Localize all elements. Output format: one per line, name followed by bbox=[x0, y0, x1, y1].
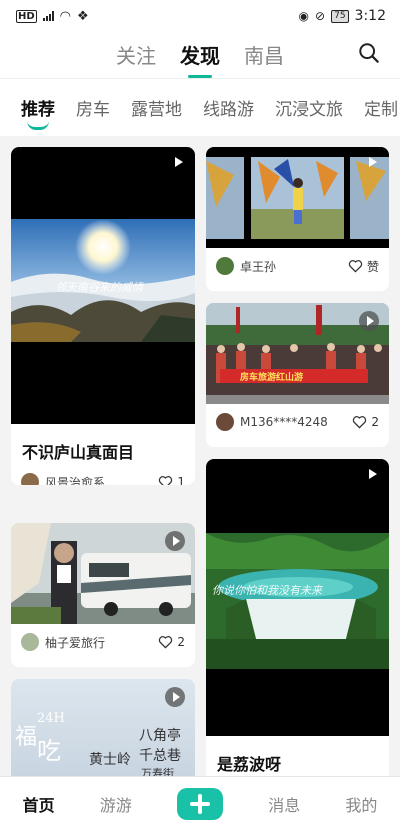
eye-icon: ◉ bbox=[298, 9, 310, 23]
video-thumbnail: 房车旅游红山游 bbox=[206, 303, 389, 404]
username[interactable]: 柚子爱旅行 bbox=[45, 634, 158, 651]
nav-home[interactable]: 首页 bbox=[23, 792, 55, 816]
category-rv[interactable]: 房车 bbox=[76, 95, 110, 120]
thumbnail-text: 黄士岭 bbox=[89, 752, 131, 768]
hd-icon: HD bbox=[16, 9, 37, 23]
play-icon bbox=[165, 531, 185, 551]
username[interactable]: 卓王孙 bbox=[240, 258, 348, 275]
group-banner-text: 房车旅游红山游 bbox=[240, 373, 304, 383]
feed-card[interactable]: 卓王孙 赞 bbox=[206, 147, 389, 291]
search-icon[interactable] bbox=[358, 42, 380, 64]
create-post-button[interactable] bbox=[177, 788, 223, 820]
tab-nanchang[interactable]: 南昌 bbox=[244, 40, 284, 69]
card-title: 不识庐山真面目 bbox=[22, 443, 135, 462]
card-meta: 柚子爱旅行 2 bbox=[21, 633, 185, 651]
heart-icon bbox=[159, 636, 173, 649]
like-button[interactable]: 赞 bbox=[348, 258, 379, 275]
feed-card[interactable]: 房车旅游红山游 M136****4248 2 bbox=[206, 303, 389, 447]
nav-profile[interactable]: 我的 bbox=[345, 792, 377, 816]
thumbnail-text: 八角亭 bbox=[139, 728, 181, 744]
video-caption-overlay: 邻天南谷来的威情 bbox=[55, 281, 143, 294]
top-header: 关注 发现 南昌 bbox=[0, 32, 400, 78]
avatar[interactable] bbox=[216, 413, 234, 431]
like-count: 2 bbox=[177, 635, 185, 649]
tab-follow[interactable]: 关注 bbox=[116, 40, 156, 69]
status-bar: HD ◠ ❖ ◉ ⊘ 75 3:12 bbox=[0, 0, 400, 32]
video-thumbnail: 24H 吃 福 黄士岭 八角亭 千总巷 万寿街 bbox=[11, 679, 195, 776]
heart-icon bbox=[353, 416, 367, 429]
video-caption-overlay: 你说你怕和我没有未来 bbox=[212, 584, 322, 597]
thumbnail-text: 万寿街 bbox=[141, 767, 174, 776]
category-tabs: 推荐 房车 露营地 线路游 沉浸文旅 定制 bbox=[0, 78, 400, 136]
video-thumbnail: 你说你怕和我没有未来 bbox=[206, 459, 389, 736]
card-meta: 风景治愈系 1 bbox=[21, 473, 185, 485]
feed-card[interactable]: 柚子爱旅行 2 bbox=[11, 523, 195, 667]
signal-icon bbox=[42, 11, 54, 21]
tab-discover[interactable]: 发现 bbox=[180, 40, 220, 78]
username[interactable]: 风景治愈系 bbox=[45, 474, 158, 486]
like-count: 1 bbox=[177, 475, 185, 485]
feed: 邻天南谷来的威情 不识庐山真面目 风景治愈系 1 柚子爱旅行 2 24H 吃 福… bbox=[0, 136, 400, 776]
battery-icon: 75 bbox=[331, 9, 349, 23]
category-route-tour[interactable]: 线路游 bbox=[203, 95, 254, 120]
clock: 3:12 bbox=[354, 8, 386, 24]
avatar[interactable] bbox=[21, 473, 39, 485]
category-recommend[interactable]: 推荐 bbox=[21, 95, 55, 130]
kites-photo-image bbox=[206, 157, 389, 239]
like-button[interactable]: 2 bbox=[158, 635, 185, 649]
like-count: 2 bbox=[371, 415, 379, 429]
feed-card[interactable]: 邻天南谷来的威情 不识庐山真面目 风景治愈系 1 bbox=[11, 147, 195, 485]
heart-icon bbox=[159, 476, 173, 485]
video-thumbnail bbox=[206, 147, 389, 248]
video-thumbnail: 邻天南谷来的威情 bbox=[11, 147, 195, 424]
nav-tour[interactable]: 游游 bbox=[100, 792, 132, 816]
video-thumbnail bbox=[11, 523, 195, 624]
username[interactable]: M136****4248 bbox=[240, 415, 352, 429]
play-icon bbox=[165, 687, 185, 707]
category-campsite[interactable]: 露营地 bbox=[131, 95, 182, 120]
play-icon bbox=[369, 469, 377, 479]
feed-card[interactable]: 24H 吃 福 黄士岭 八角亭 千总巷 万寿街 bbox=[11, 679, 195, 776]
play-icon bbox=[369, 157, 377, 167]
bottom-nav: 首页 游游 消息 我的 bbox=[0, 776, 400, 831]
category-immersive-culture[interactable]: 沉浸文旅 bbox=[275, 95, 343, 120]
like-count: 赞 bbox=[366, 259, 379, 274]
nav-messages[interactable]: 消息 bbox=[268, 792, 300, 816]
card-meta: M136****4248 2 bbox=[216, 413, 379, 431]
wifi-icon: ◠ bbox=[59, 8, 72, 24]
app-notification-icon: ❖ bbox=[77, 8, 89, 24]
mute-icon: ⊘ bbox=[315, 9, 326, 23]
card-meta: 卓王孙 赞 bbox=[216, 257, 379, 275]
like-button[interactable]: 1 bbox=[158, 475, 185, 485]
thumbnail-text: 福 bbox=[15, 725, 38, 750]
play-icon bbox=[175, 157, 183, 167]
avatar[interactable] bbox=[21, 633, 39, 651]
like-button[interactable]: 2 bbox=[352, 415, 379, 429]
card-title: 是荔波呀 bbox=[217, 755, 282, 774]
feed-card[interactable]: 你说你怕和我没有未来 是荔波呀 bbox=[206, 459, 389, 776]
play-icon bbox=[359, 311, 379, 331]
avatar[interactable] bbox=[216, 257, 234, 275]
category-custom[interactable]: 定制 bbox=[364, 95, 398, 120]
thumbnail-text: 吃 bbox=[37, 737, 61, 765]
thumbnail-text: 千总巷 bbox=[139, 748, 181, 764]
heart-icon bbox=[348, 260, 363, 273]
header-tabs: 关注 发现 南昌 bbox=[0, 40, 400, 78]
thumbnail-text: 24H bbox=[37, 711, 65, 726]
